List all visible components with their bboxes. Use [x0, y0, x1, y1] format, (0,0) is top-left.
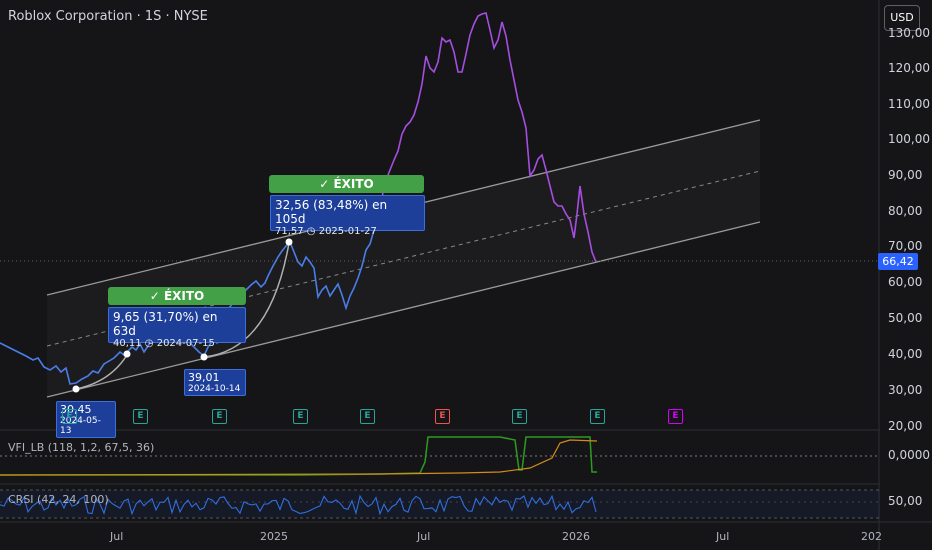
signal-box-1-main: 9,65 (31,70%) en 63d: [113, 310, 218, 338]
target-marker-1: [123, 350, 131, 358]
price-chart[interactable]: [0, 0, 932, 550]
vfi-axis-value: 0,0000: [888, 448, 930, 462]
earnings-marker-icon[interactable]: E: [512, 409, 527, 424]
crsi-indicator-label: CRSI (42, 24, 100): [8, 493, 109, 506]
low-marker-1: [72, 385, 80, 393]
low-marker-2: [200, 353, 208, 361]
signal-box-2-main: 32,56 (83,48%) en 105d: [275, 198, 388, 226]
price-axis-tick: 110,00: [888, 97, 930, 111]
earnings-marker-icon[interactable]: E: [360, 409, 375, 424]
time-axis-tick: Jul: [417, 530, 431, 543]
price-axis-tick: 90,00: [888, 168, 923, 182]
channel-fill: [47, 120, 760, 397]
price-axis-tick: 60,00: [888, 275, 923, 289]
price-axis-tick: 120,00: [888, 61, 930, 75]
success-label-1: ✓ ÉXITO: [108, 287, 246, 305]
low-label-2: 39,01 2024-10-14: [184, 369, 246, 396]
earnings-marker-icon[interactable]: E: [62, 409, 77, 424]
price-axis-tick: 80,00: [888, 204, 923, 218]
price-axis-tick: 30,00: [888, 383, 923, 397]
price-axis-tick: 100,00: [888, 132, 930, 146]
signal-box-2: 32,56 (83,48%) en 105d 71,57 ◷ 2025-01-2…: [270, 195, 425, 237]
signal-box-1: 9,65 (31,70%) en 63d 40,11 ◷ 2024-07-15: [108, 307, 246, 349]
symbol-title: Roblox Corporation · 1S · NYSE: [8, 9, 208, 24]
time-axis-tick: Jul: [110, 530, 124, 543]
price-axis-tick: 50,00: [888, 311, 923, 325]
time-axis-tick: 202: [861, 530, 882, 543]
signal-box-1-sub: 40,11 ◷ 2024-07-15: [113, 338, 215, 349]
price-axis-tick: 40,00: [888, 347, 923, 361]
earnings-marker-icon[interactable]: E: [668, 409, 683, 424]
time-axis-tick: 2026: [562, 530, 590, 543]
earnings-marker-icon[interactable]: E: [212, 409, 227, 424]
earnings-marker-icon[interactable]: E: [435, 409, 450, 424]
success-label-2: ✓ ÉXITO: [269, 175, 424, 193]
low-label-2-date: 2024-10-14: [188, 384, 241, 394]
price-axis-tick: 20,00: [888, 419, 923, 433]
time-axis-tick: 2025: [260, 530, 288, 543]
time-axis-tick: Jul: [716, 530, 730, 543]
earnings-marker-icon[interactable]: E: [590, 409, 605, 424]
price-axis-tick: 70,00: [888, 239, 923, 253]
low-label-2-value: 39,01: [188, 371, 220, 384]
vfi-indicator-label: VFI_LB (118, 1,2, 67,5, 36): [8, 441, 155, 454]
target-marker-2: [285, 238, 293, 246]
earnings-marker-icon[interactable]: E: [133, 409, 148, 424]
earnings-marker-icon[interactable]: E: [293, 409, 308, 424]
signal-box-2-sub: 71,57 ◷ 2025-01-27: [275, 226, 377, 237]
price-axis-tick: 130,00: [888, 26, 930, 40]
last-price-tag: 66,42: [878, 253, 918, 270]
crsi-axis-value: 50,00: [888, 494, 923, 508]
